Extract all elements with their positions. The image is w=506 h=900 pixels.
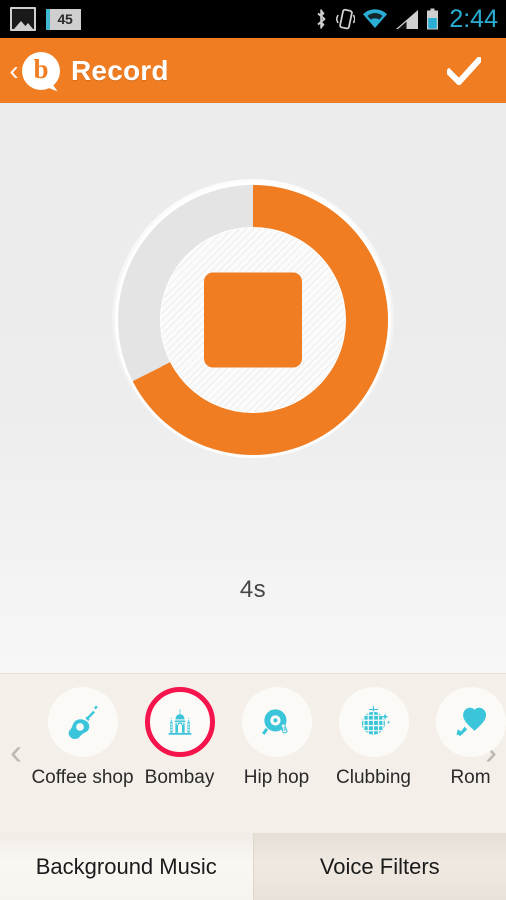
carousel-item-label: Coffee shop	[31, 767, 134, 788]
carousel-item-label: Clubbing	[336, 767, 411, 788]
carousel-item-label: Hip hop	[243, 767, 310, 788]
notification-count-badge: 45	[46, 8, 81, 30]
recording-timer: 4s	[239, 576, 267, 603]
status-bar: 45 2:44	[0, 0, 506, 38]
tab-background-music[interactable]: Background Music	[0, 833, 254, 900]
status-bar-clock: 2:44	[449, 4, 498, 33]
cupid-arrow-icon	[452, 703, 490, 741]
carousel-item-icon-disc	[435, 687, 506, 757]
background-music-carousel: ‹ › Coffee shop Bombay Hip hop Clubbing Rom	[0, 673, 506, 833]
turntable-icon	[258, 703, 296, 741]
checkmark-icon	[447, 56, 481, 85]
back-button[interactable]: ‹	[7, 56, 21, 85]
carousel-item-clubbing[interactable]: Clubbing	[325, 687, 422, 789]
status-bar-left: 45	[0, 7, 81, 31]
carousel-item-label: Bombay	[144, 767, 215, 788]
cellular-signal-icon	[396, 9, 419, 29]
carousel-prev-button[interactable]: ‹	[10, 734, 22, 770]
carousel-item-icon-disc	[338, 687, 409, 757]
carousel-item-label: Rom	[450, 767, 491, 788]
bottom-tab-bar: Background Music Voice Filters	[0, 833, 506, 900]
battery-icon	[427, 8, 439, 30]
bluetooth-icon	[317, 9, 326, 29]
page-title: Record	[71, 54, 169, 86]
record-area: 4s	[0, 103, 506, 673]
carousel-item-hip-hop[interactable]: Hip hop	[228, 687, 325, 789]
stop-recording-button[interactable]	[204, 272, 302, 368]
action-bar: ‹ b Record	[0, 38, 506, 103]
vibrate-icon	[336, 8, 356, 30]
carousel-items: Coffee shop Bombay Hip hop Clubbing Rom	[31, 687, 506, 789]
guitar-icon	[63, 702, 103, 742]
confirm-button[interactable]	[444, 51, 484, 91]
carousel-item-icon-disc	[241, 687, 312, 757]
image-icon	[10, 7, 36, 31]
status-bar-right: 2:44	[314, 4, 506, 33]
logo-letter: b	[33, 54, 49, 84]
disco-ball-icon	[355, 703, 393, 741]
app-screen: 45 2:44 ‹ b Record 4s ‹ › Coffee shop Bo…	[0, 0, 506, 900]
carousel-item-icon-disc	[144, 687, 215, 757]
tab-voice-filters[interactable]: Voice Filters	[253, 833, 506, 900]
speech-bubble-logo: b	[22, 51, 60, 91]
carousel-item-icon-disc	[47, 687, 118, 757]
taj-mahal-icon	[163, 705, 197, 739]
carousel-item-coffee-shop[interactable]: Coffee shop	[31, 687, 134, 789]
record-progress-ring	[112, 179, 394, 461]
wifi-icon	[363, 8, 388, 28]
carousel-item-rom[interactable]: Rom	[422, 687, 506, 789]
carousel-item-bombay[interactable]: Bombay	[131, 687, 228, 789]
